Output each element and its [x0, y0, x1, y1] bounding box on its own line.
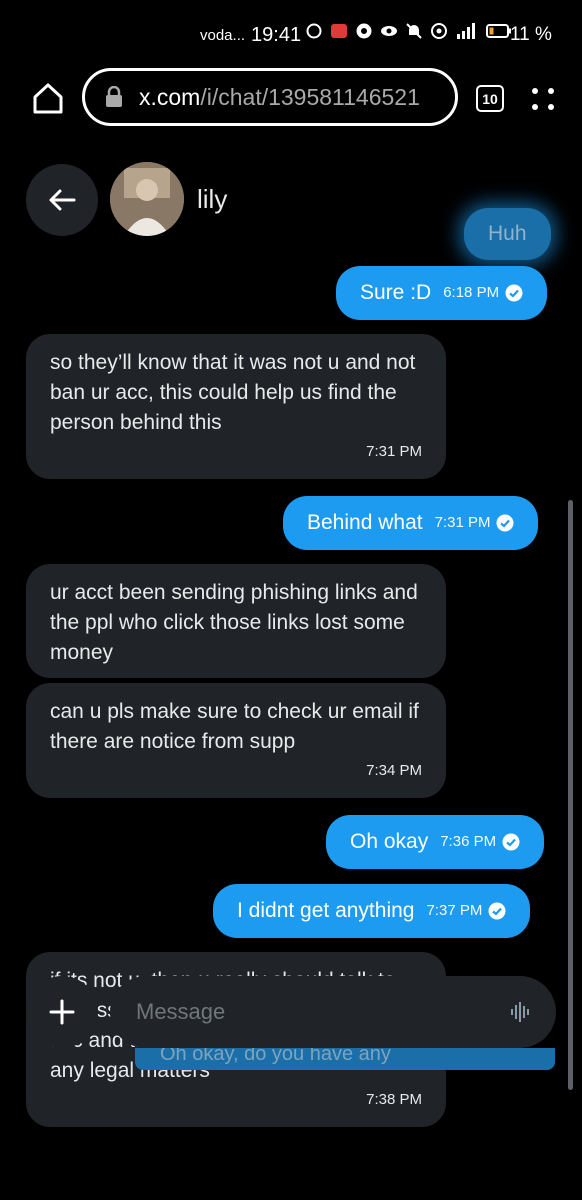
read-check-icon	[502, 833, 520, 851]
battery-percent: 11 %	[510, 24, 552, 45]
clock: 19:41	[251, 24, 302, 46]
message-text: Oh okay	[350, 830, 429, 853]
message-text: Huh	[488, 222, 527, 245]
menu-dots-icon[interactable]	[528, 84, 558, 114]
read-check-icon	[488, 902, 506, 920]
status-left: voda... 19:41	[200, 24, 301, 47]
add-attachment-button[interactable]	[26, 976, 98, 1048]
tab-switcher-button[interactable]: 10	[476, 85, 504, 112]
lock-icon	[106, 86, 122, 107]
url-text: x.com/i/chat/139581146521	[139, 84, 420, 111]
status-icons	[305, 22, 512, 40]
message-placeholder: Message	[136, 999, 226, 1024]
voice-wave-icon[interactable]	[510, 1001, 530, 1023]
back-arrow-icon	[49, 189, 76, 211]
message-text: can u pls make sure to check ur email if…	[50, 700, 419, 753]
message-text: so they’ll know that it was not u and no…	[50, 351, 416, 434]
address-bar[interactable]: x.com/i/chat/139581146521	[82, 68, 458, 126]
read-check-icon	[496, 514, 514, 532]
message-bubble-outgoing[interactable]: Behind what 7:31 PM	[283, 496, 539, 550]
avatar[interactable]	[110, 162, 184, 236]
time-label: 6:18 PM	[443, 284, 500, 301]
bell-muted-icon	[406, 23, 422, 39]
message-time: 6:18 PM	[443, 278, 523, 308]
message-text: Sure :D	[360, 281, 432, 304]
message-bubble-outgoing[interactable]: I didnt get anything 7:37 PM	[213, 884, 531, 938]
sync-icon	[306, 23, 322, 39]
time-label: 7:37 PM	[426, 902, 483, 919]
message-time: 7:36 PM	[440, 827, 520, 857]
notification-app-icon	[331, 24, 347, 38]
composer-peek-bubble: Oh okay, do you have any	[135, 1048, 555, 1070]
browser-toolbar: x.com/i/chat/139581146521 10	[0, 66, 582, 130]
time-label: 7:31 PM	[434, 514, 491, 531]
contact-name[interactable]: lily	[197, 184, 227, 215]
time-label: 7:36 PM	[440, 833, 497, 850]
home-icon[interactable]	[30, 80, 66, 116]
message-bubble-incoming[interactable]: ur acct been sending phishing links and …	[26, 564, 446, 678]
hotspot-icon	[431, 23, 447, 39]
message-text: Behind what	[307, 511, 423, 534]
url-domain: x.com	[139, 83, 201, 110]
plus-icon	[49, 999, 75, 1025]
message-time: 7:34 PM	[366, 762, 422, 779]
back-button[interactable]	[26, 164, 98, 236]
eye-icon	[381, 26, 397, 36]
peek-text: Oh okay, do you have any	[160, 1048, 391, 1065]
url-path: /i/chat/139581146521	[200, 83, 420, 110]
message-bubble-incoming[interactable]: can u pls make sure to check ur email if…	[26, 683, 446, 798]
message-bubble-incoming[interactable]: so they’ll know that it was not u and no…	[26, 334, 446, 479]
read-check-icon	[505, 284, 523, 302]
carrier-label: voda...	[200, 27, 246, 44]
message-time: 7:31 PM	[435, 508, 515, 538]
message-time: 7:31 PM	[366, 443, 422, 460]
data-saver-icon	[356, 23, 372, 39]
message-input[interactable]: Message	[110, 976, 556, 1048]
status-bar: voda... 19:41 11 %	[0, 0, 582, 66]
battery-icon	[486, 24, 511, 38]
message-text: I didnt get anything	[237, 899, 415, 922]
message-bubble-outgoing[interactable]: Oh okay 7:36 PM	[326, 815, 545, 869]
message-bubble-outgoing[interactable]: Huh	[464, 208, 551, 260]
scrollbar[interactable]	[568, 500, 573, 1090]
message-time: 7:37 PM	[426, 896, 506, 926]
message-text: ur acct been sending phishing links and …	[50, 581, 418, 664]
avatar-image	[110, 162, 184, 236]
message-time: 7:38 PM	[366, 1091, 422, 1108]
message-bubble-outgoing[interactable]: Sure :D 6:18 PM	[336, 266, 548, 320]
signal-icon	[457, 23, 475, 39]
